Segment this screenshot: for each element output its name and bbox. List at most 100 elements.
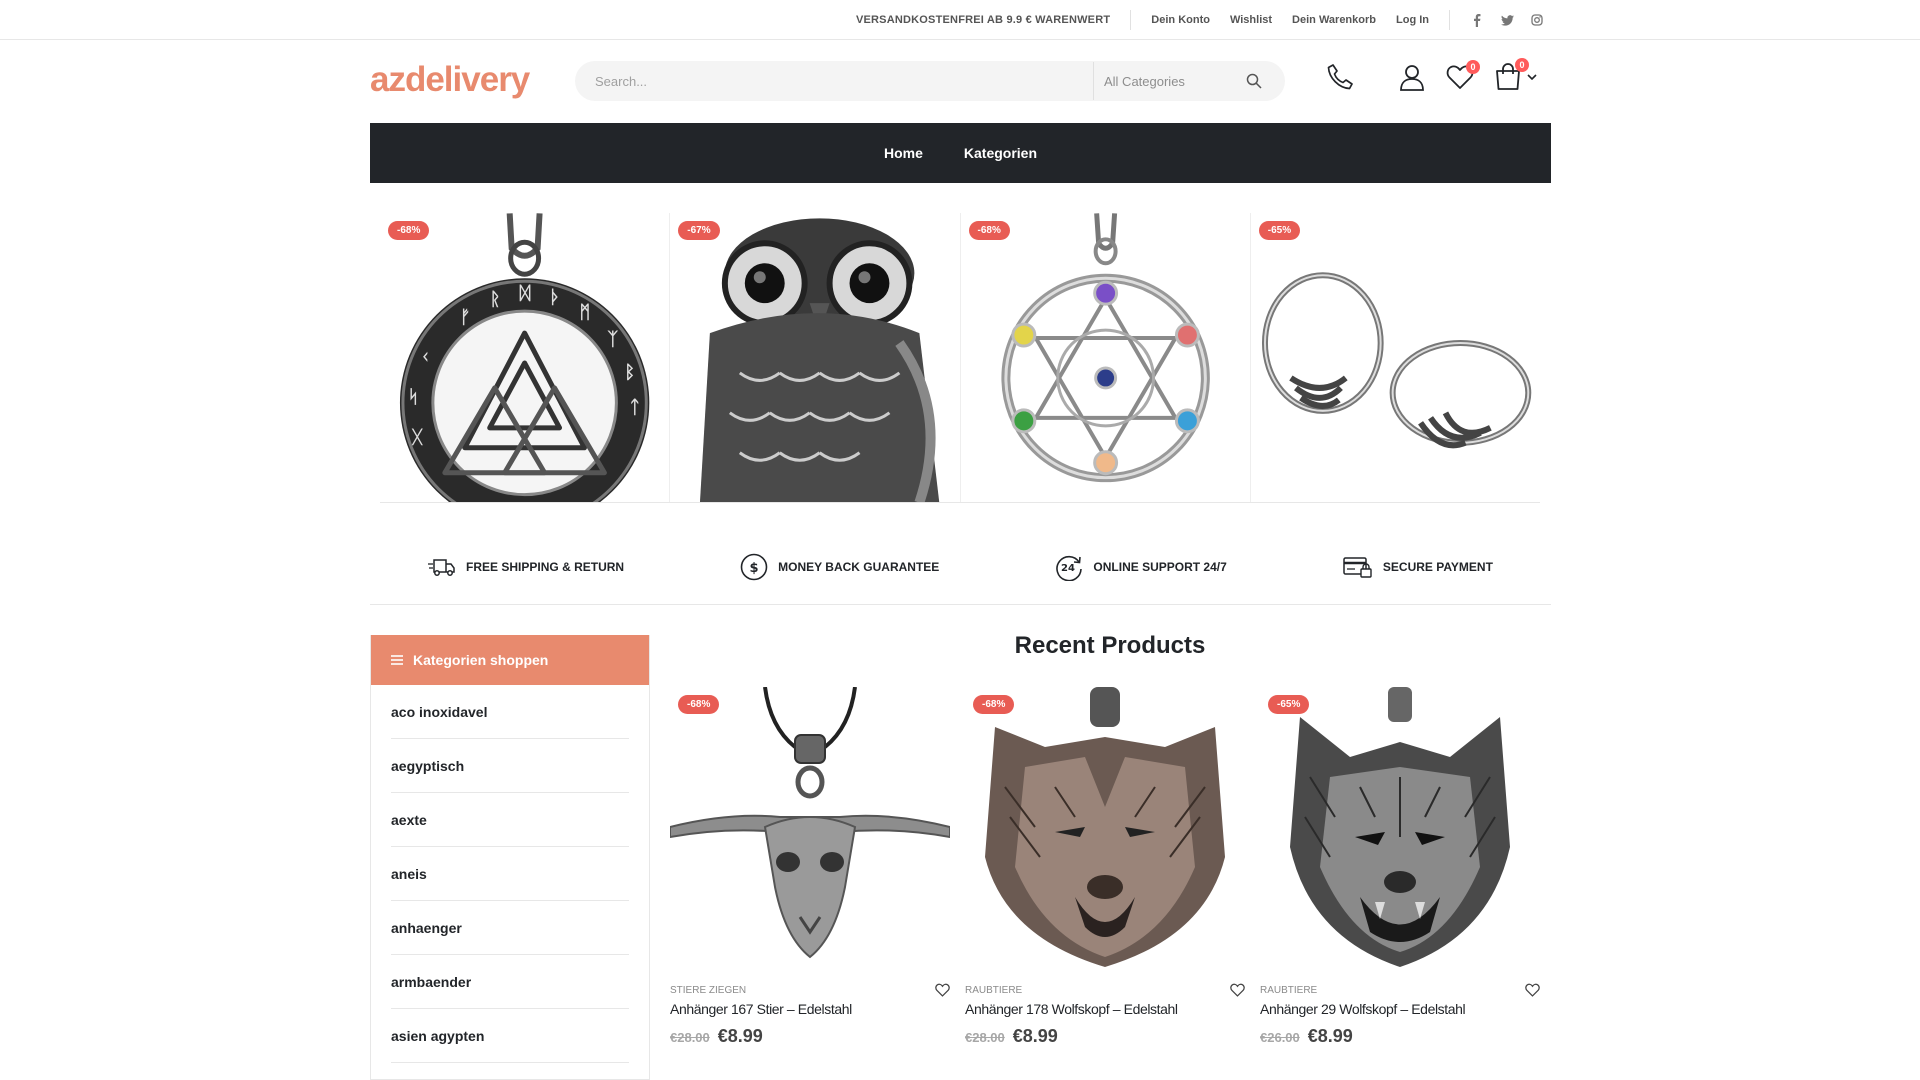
category-item[interactable]: anhaenger (391, 901, 629, 955)
search-button[interactable] (1223, 61, 1285, 101)
top-bar: VERSANDKOSTENFREI AB 9.9 € WARENWERT Dei… (0, 0, 1920, 40)
category-item[interactable]: aegyptisch (391, 739, 629, 793)
svg-text:ᛗ: ᛗ (579, 302, 590, 323)
svg-text:ᛒ: ᛒ (624, 361, 635, 382)
discount-badge: -68% (973, 695, 1015, 714)
sale-price: €8.99 (1307, 1026, 1353, 1046)
featured-product-star-pendant[interactable]: -68% (961, 213, 1251, 502)
discount-badge: -67% (678, 221, 720, 240)
owl-pendant-image (700, 217, 940, 502)
category-sidebar: Kategorien shoppen aco inoxidavel aegypt… (370, 635, 650, 1080)
svg-text:ᚲ: ᚲ (420, 346, 431, 367)
product-card: -68% RAUBTIERE Anhänger 178 Wolfskopf – … (965, 687, 1245, 1047)
header: azdelivery All Categories 0 0 (0, 40, 1920, 123)
feature-shipping: FREE SHIPPING & RETURN (428, 557, 624, 577)
product-card: -68% STIERE ZIEGEN Anhänger 167 Stier – … (670, 687, 950, 1047)
search-bar: All Categories (575, 61, 1285, 101)
featured-products: -68% ᚠᚱᛞᚦᛗ ᛉᛒᛏᚲᛋᚷ -67% -68% -65% (380, 213, 1540, 503)
account-link[interactable]: Dein Konto (1151, 14, 1210, 26)
discount-badge: -68% (968, 221, 1010, 240)
social-links (1470, 13, 1544, 27)
product-price: €26.00 €8.99 (1260, 1026, 1540, 1047)
discount-badge: -65% (1268, 695, 1310, 714)
earrings-image (1261, 271, 1532, 448)
product-name[interactable]: Anhänger 178 Wolfskopf – Edelstahl (965, 1001, 1245, 1017)
product-name[interactable]: Anhänger 167 Stier – Edelstahl (670, 1001, 950, 1017)
featured-product-rune-pendant[interactable]: -68% ᚠᚱᛞᚦᛗ ᛉᛒᛏ ᚲᛋᚷ (380, 213, 671, 502)
header-icons: 0 0 (1325, 58, 1537, 92)
cart-count: 0 (1515, 58, 1529, 72)
truck-icon (428, 559, 455, 576)
category-list: aco inoxidavel aegyptisch aexte aneis an… (371, 685, 649, 1063)
sidebar-title: Kategorien shoppen (413, 652, 549, 668)
old-price: €28.00 (965, 1030, 1005, 1045)
svg-text:$: $ (750, 561, 759, 576)
old-price: €26.00 (1260, 1030, 1300, 1045)
wishlist-icon[interactable]: 0 (1446, 60, 1480, 90)
cart-icon[interactable]: 0 (1493, 58, 1529, 92)
category-item[interactable]: aneis (391, 847, 629, 901)
product-category[interactable]: STIERE ZIEGEN (670, 985, 950, 996)
svg-text:24: 24 (1061, 563, 1075, 574)
product-image[interactable]: -65% (1260, 687, 1540, 967)
old-price: €28.00 (670, 1030, 710, 1045)
svg-text:ᛋ: ᛋ (408, 386, 419, 407)
user-icon[interactable] (1398, 63, 1426, 91)
wishlist-heart-icon[interactable] (1525, 983, 1540, 1002)
logo[interactable]: azdelivery (370, 60, 530, 100)
feature-secure-payment: SECURE PAYMENT (1343, 555, 1493, 579)
phone-icon[interactable] (1325, 62, 1355, 92)
feature-money-back: $ MONEY BACK GUARANTEE (740, 553, 939, 581)
category-item[interactable]: asien agypten (391, 1009, 629, 1063)
search-input[interactable] (575, 61, 1093, 101)
main-nav: Home Kategorien (370, 123, 1551, 183)
product-image[interactable]: -68% (965, 687, 1245, 967)
svg-text:ᚷ: ᚷ (411, 426, 424, 447)
svg-text:ᚱ: ᚱ (490, 289, 501, 310)
wolf-head-pendant-image (1290, 687, 1510, 967)
featured-product-owl-pendant[interactable]: -67% (670, 213, 961, 502)
category-select[interactable]: All Categories (1093, 62, 1223, 100)
product-card: -65% RAUBTIERE Anhänger 29 Wolfskopf – E… (1260, 687, 1540, 1047)
product-price: €28.00 €8.99 (670, 1026, 950, 1047)
svg-text:ᚦ: ᚦ (550, 287, 561, 308)
featured-product-earrings[interactable]: -65% (1251, 213, 1540, 502)
wishlist-link[interactable]: Wishlist (1230, 14, 1272, 26)
menu-icon (391, 655, 403, 665)
wishlist-heart-icon[interactable] (1230, 983, 1245, 1002)
discount-badge: -68% (388, 221, 430, 240)
feature-support: 24 ONLINE SUPPORT 24/7 (1055, 553, 1227, 581)
cart-link[interactable]: Dein Warenkorb (1292, 14, 1376, 26)
sale-price: €8.99 (1012, 1026, 1058, 1046)
star-pendant-image (1000, 213, 1210, 482)
category-item[interactable]: armbaender (391, 955, 629, 1009)
category-item[interactable]: aexte (391, 793, 629, 847)
search-icon (1246, 73, 1262, 89)
svg-text:ᛏ: ᛏ (629, 396, 640, 417)
product-grid: -68% STIERE ZIEGEN Anhänger 167 Stier – … (670, 687, 1551, 1047)
shipping-promo: VERSANDKOSTENFREI AB 9.9 € WARENWERT (855, 14, 1111, 26)
facebook-icon[interactable] (1470, 13, 1484, 27)
product-category[interactable]: RAUBTIERE (965, 985, 1245, 996)
twitter-icon[interactable] (1500, 13, 1514, 27)
instagram-icon[interactable] (1530, 13, 1544, 27)
chevron-down-icon[interactable] (1527, 74, 1537, 80)
discount-badge: -65% (1258, 221, 1301, 240)
wolf-head-pendant-image (985, 687, 1225, 967)
bull-skull-pendant-image (670, 687, 950, 959)
features-bar: FREE SHIPPING & RETURN $ MONEY BACK GUAR… (370, 530, 1551, 605)
category-item[interactable]: aco inoxidavel (391, 685, 629, 739)
dollar-icon: $ (740, 553, 768, 581)
sidebar-header[interactable]: Kategorien shoppen (371, 635, 649, 685)
product-name[interactable]: Anhänger 29 Wolfskopf – Edelstahl (1260, 1001, 1540, 1017)
product-image[interactable]: -68% (670, 687, 950, 967)
discount-badge: -68% (678, 695, 720, 714)
wishlist-heart-icon[interactable] (935, 983, 950, 1002)
support-24-icon: 24 (1056, 555, 1083, 581)
login-link[interactable]: Log In (1396, 14, 1429, 26)
rune-pendant-image: ᚠᚱ ᛞ ᚦᛗ ᛉᛒᛏ ᚲᛋᚷ (399, 213, 650, 502)
nav-home[interactable]: Home (884, 145, 923, 161)
nav-kategorien[interactable]: Kategorien (964, 145, 1037, 161)
sale-price: €8.99 (717, 1026, 763, 1046)
product-category[interactable]: RAUBTIERE (1260, 985, 1540, 996)
